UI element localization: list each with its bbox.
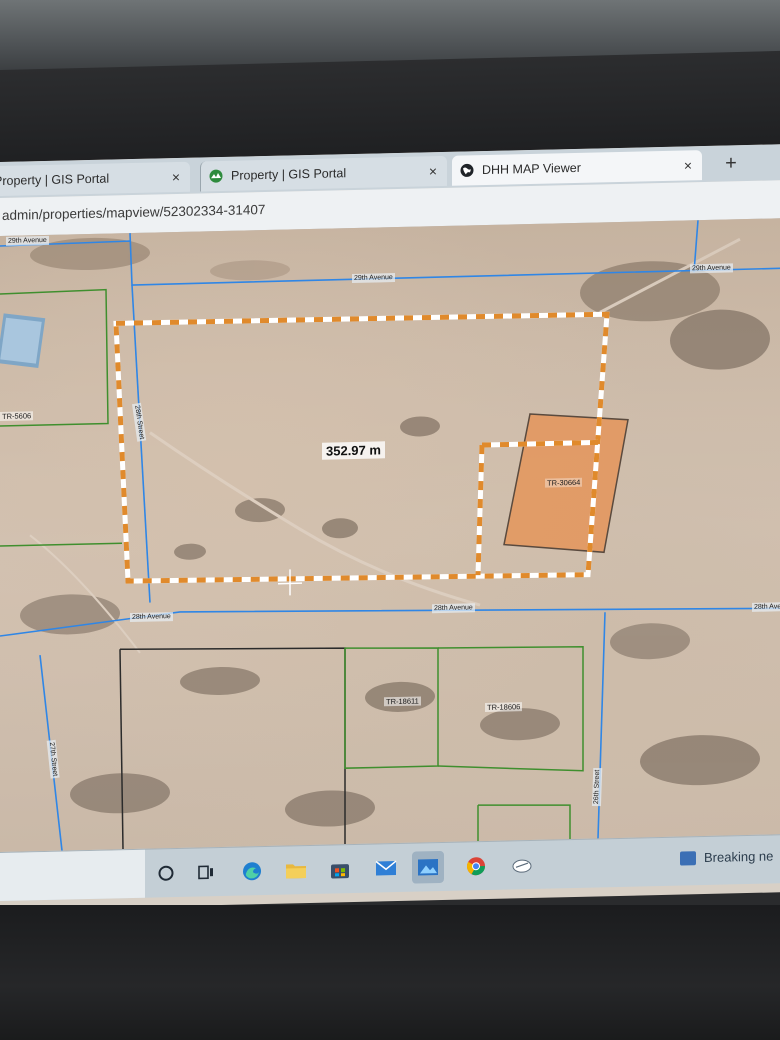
new-tab-button[interactable]: + (718, 151, 744, 178)
road-label-29th-avenue: 29th Avenue (352, 273, 395, 284)
news-text: Breaking ne (704, 848, 774, 866)
monitor-bezel-bottom (0, 905, 780, 1040)
close-icon[interactable]: × (172, 169, 180, 185)
store-icon[interactable] (324, 853, 356, 886)
crosshair-cursor-icon (278, 569, 302, 596)
terrain-texture (20, 237, 770, 827)
map-overlay (0, 220, 780, 851)
monitor-screen: Property | GIS Portal × Property | GIS P… (0, 144, 780, 910)
road-label-29th-avenue: 29th Avenue (690, 263, 733, 274)
file-explorer-icon[interactable] (280, 854, 312, 887)
road-label-26th-street: 26th Street (591, 767, 603, 807)
map-view[interactable]: 29th Avenue 29th Avenue 29th Avenue 28th… (0, 218, 780, 852)
task-view-icon[interactable] (190, 856, 222, 889)
road-label-28th-avenue: 28th Avenue (752, 601, 780, 612)
parcel-boundaries (0, 288, 584, 850)
chrome-icon[interactable] (460, 850, 492, 883)
parcel-label-tr-5606: TR-5606 (0, 411, 34, 421)
taskbar-left-area (0, 849, 145, 901)
road-label-29th-avenue: 29th Avenue (6, 235, 49, 246)
cloud-app-icon[interactable] (506, 849, 538, 882)
tab-title: Property | GIS Portal (231, 166, 347, 183)
tab-property-gis-portal-1[interactable]: Property | GIS Portal × (0, 161, 190, 197)
news-widget[interactable]: Breaking ne (680, 848, 774, 866)
parcel-label-tr-18611: TR-18611 (384, 696, 421, 707)
search-icon[interactable] (150, 857, 182, 890)
road-label-28th-avenue: 28th Avenue (130, 612, 173, 623)
edge-browser-icon[interactable] (236, 855, 268, 888)
close-icon[interactable]: × (429, 163, 437, 179)
gis-portal-favicon-icon (209, 169, 223, 183)
url-text: admin/properties/mapview/52302334-31407 (2, 201, 266, 223)
tab-property-gis-portal-2[interactable]: Property | GIS Portal × (200, 155, 447, 192)
mail-icon[interactable] (370, 852, 402, 885)
close-icon[interactable]: × (684, 157, 692, 173)
globe-icon (460, 163, 474, 177)
tab-title: DHH MAP Viewer (482, 160, 581, 178)
parcel-label-tr-30664[interactable]: TR-30664 (545, 477, 583, 488)
tab-title: Property | GIS Portal (0, 171, 110, 189)
news-icon (680, 850, 696, 866)
building-structure (0, 313, 46, 368)
tab-dhh-map-viewer[interactable]: DHH MAP Viewer × (452, 150, 702, 186)
road-label-28th-avenue: 28th Avenue (432, 603, 475, 614)
photos-icon[interactable] (412, 850, 444, 884)
measurement-label: 352.97 m (322, 441, 385, 460)
parcel-label-tr-18606: TR-18606 (485, 702, 523, 712)
